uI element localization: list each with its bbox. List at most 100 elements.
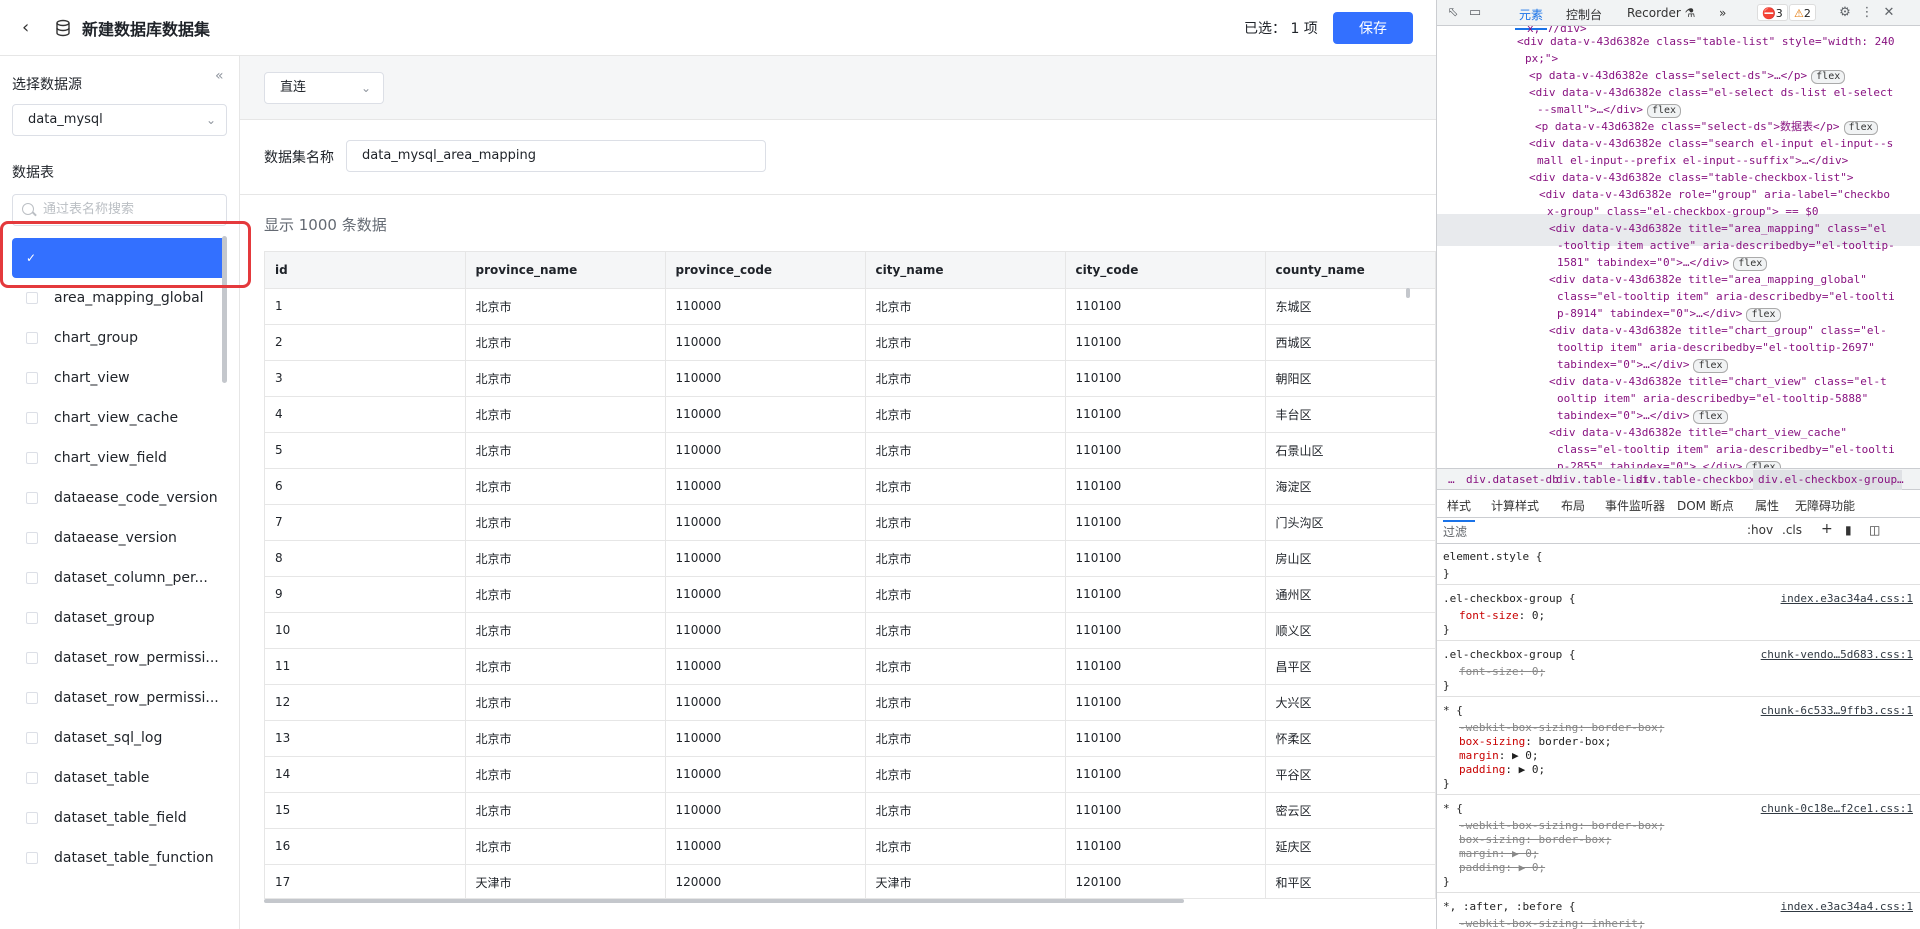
dom-node-line[interactable]: mall el-input--prefix el-input--suffix">… [1537,152,1848,169]
dom-node-line[interactable]: p-8914" tabindex="0">…</div> flex [1557,305,1781,322]
table-item[interactable]: chart_view [12,358,227,398]
dom-node-line[interactable]: <div data-v-43d6382e title="chart_view" … [1549,373,1887,390]
table-checkbox[interactable] [26,332,38,344]
flex-badge[interactable]: flex [1746,461,1781,468]
styles-filter-input[interactable]: 过滤 [1443,523,1467,540]
dom-node-line[interactable]: x-group" class="el-checkbox-group"> == $… [1547,203,1819,220]
table-checkbox[interactable] [26,572,38,584]
table-item[interactable]: dataset_group [12,598,227,638]
close-icon[interactable]: ✕ [1881,5,1897,21]
dom-node-line[interactable]: -tooltip item active" aria-describedby="… [1557,237,1895,254]
save-button[interactable]: 保存 [1333,12,1413,44]
dom-node-line[interactable]: tabindex="0">…</div> flex [1557,356,1728,373]
breadcrumb-item[interactable]: div.el-checkbox-group [1753,470,1903,490]
table-item[interactable]: dataset_table_function [12,838,227,878]
error-badge[interactable]: ⛔3 [1757,4,1788,21]
flex-badge[interactable]: flex [1746,308,1781,322]
table-checkbox[interactable] [26,852,38,864]
dom-node-line[interactable]: <div data-v-43d6382e title="chart_group"… [1549,322,1887,339]
table-item[interactable]: dataset_row_permissi... [12,678,227,718]
css-source-link[interactable]: chunk-vendo…5d683.css:1 [1761,646,1913,663]
css-property[interactable]: padding: ▶ 0; [1459,761,1545,778]
dom-node-line[interactable]: --small">…</div> flex [1537,101,1682,118]
dom-node-line[interactable]: <p data-v-43d6382e class="select-ds">…</… [1529,67,1846,84]
dom-node-line[interactable]: <div data-v-43d6382e role="group" aria-l… [1539,186,1890,203]
flex-badge[interactable]: flex [1811,70,1846,84]
mode-select[interactable]: 直连 ⌄ [264,72,384,104]
dom-node-line[interactable]: <p data-v-43d6382e class="select-ds">数据表… [1535,118,1878,135]
css-source-link[interactable]: chunk-6c533…9ffb3.css:1 [1761,702,1913,719]
table-checkbox[interactable] [26,732,38,744]
styles-tab[interactable]: 计算样式 [1491,497,1539,514]
table-item[interactable]: chart_view_cache [12,398,227,438]
dom-node-line[interactable]: <div data-v-43d6382e title="area_mapping… [1549,220,1887,237]
styles-tab[interactable]: 样式 [1442,497,1476,522]
table-checkbox[interactable] [26,772,38,784]
css-selector[interactable]: *, :after, :before { [1443,898,1575,915]
table-item[interactable]: dataset_table_field [12,798,227,838]
devtools-tab-console[interactable]: 控制台 [1566,6,1602,23]
dom-node-line[interactable]: class="el-tooltip item" aria-describedby… [1557,288,1895,305]
dom-node-line[interactable]: <div data-v-43d6382e title="area_mapping… [1549,271,1867,288]
dom-node-line[interactable]: ooltip item" aria-describedby="el-toolti… [1557,390,1868,407]
paint-icon[interactable]: ▮ [1845,523,1852,537]
dom-node-line[interactable]: 1581" tabindex="0">…</div> flex [1557,254,1768,271]
datasource-select[interactable]: data_mysql ⌄ [12,104,227,136]
dom-node-line[interactable]: <div data-v-43d6382e class="table-checkb… [1529,169,1854,186]
table-horizontal-scrollbar[interactable] [264,899,1184,903]
css-property[interactable]: font-size: 0; [1459,663,1545,680]
collapse-sidebar-icon[interactable]: « [215,68,224,84]
css-property[interactable]: -webkit-box-sizing: inherit; [1459,915,1644,929]
table-item[interactable]: dataset_column_per... [12,558,227,598]
devtools-tab-elements[interactable]: 元素 [1514,6,1548,30]
css-property[interactable]: padding: ▶ 0; [1459,859,1545,876]
css-source-link[interactable]: chunk-0c18e…f2ce1.css:1 [1761,800,1913,817]
breadcrumb-item[interactable]: … [1443,470,1460,490]
cls-toggle[interactable]: .cls [1782,523,1802,537]
flex-badge[interactable]: flex [1843,121,1878,135]
table-item[interactable]: dataease_code_version [12,478,227,518]
table-checkbox[interactable] [26,692,38,704]
css-property[interactable]: font-size: 0; [1459,607,1545,624]
more-menu-icon[interactable]: ⋮ [1859,5,1875,21]
devtools-tab-recorder[interactable]: Recorder ⚗ [1627,6,1695,20]
styles-tab[interactable]: 布局 [1561,497,1585,514]
hov-toggle[interactable]: :hov [1747,523,1773,537]
devtools-tab-more[interactable]: » [1719,6,1726,20]
table-item[interactable]: dataset_sql_log [12,718,227,758]
breadcrumb-item[interactable]: … [1892,470,1909,490]
table-vertical-scrollbar[interactable] [1406,288,1410,298]
dom-node-line[interactable]: <div data-v-43d6382e class="table-list" … [1517,33,1895,50]
device-toggle-icon[interactable]: ▭ [1467,5,1483,21]
table-checkbox[interactable] [26,292,38,304]
table-item[interactable]: chart_group [12,318,227,358]
table-checkbox[interactable] [26,372,38,384]
flex-badge[interactable]: flex [1646,104,1682,118]
add-rule-icon[interactable]: + [1821,521,1833,537]
table-checkbox[interactable] [26,452,38,464]
css-source-link[interactable]: index.e3ac34a4.css:1 [1781,590,1913,607]
css-selector[interactable]: * { [1443,800,1463,817]
breadcrumb-item[interactable]: div.dataset-db [1461,470,1564,490]
warning-badge[interactable]: ⚠2 [1789,4,1816,21]
table-checkbox[interactable] [26,532,38,544]
styles-tab[interactable]: 无障碍功能 [1795,497,1855,514]
dom-node-line[interactable]: <div data-v-43d6382e title="chart_view_c… [1549,424,1847,441]
dom-node-line[interactable]: <div data-v-43d6382e class="search el-in… [1529,135,1893,152]
css-selector[interactable]: element.style { [1443,548,1542,565]
dom-node-line[interactable]: class="el-tooltip item" aria-describedby… [1557,441,1895,458]
dom-node-line[interactable]: tooltip item" aria-describedby="el-toolt… [1557,339,1875,356]
dom-node-line[interactable]: px;"> [1525,50,1558,67]
styles-tab[interactable]: 属性 [1755,497,1779,514]
table-checkbox[interactable] [26,492,38,504]
sidebar-toggle-icon[interactable]: ◫ [1869,523,1880,537]
css-source-link[interactable]: index.e3ac34a4.css:1 [1781,898,1913,915]
flex-badge[interactable]: flex [1693,410,1728,424]
table-item[interactable]: dataease_version [12,518,227,558]
table-checkbox[interactable] [26,652,38,664]
dom-node-line[interactable]: <div data-v-43d6382e class="el-select ds… [1529,84,1893,101]
table-checkbox[interactable] [26,612,38,624]
inspect-icon[interactable]: ⬁ [1445,5,1461,21]
flex-badge[interactable]: flex [1733,257,1768,271]
dom-node-line[interactable]: tabindex="0">…</div> flex [1557,407,1728,424]
